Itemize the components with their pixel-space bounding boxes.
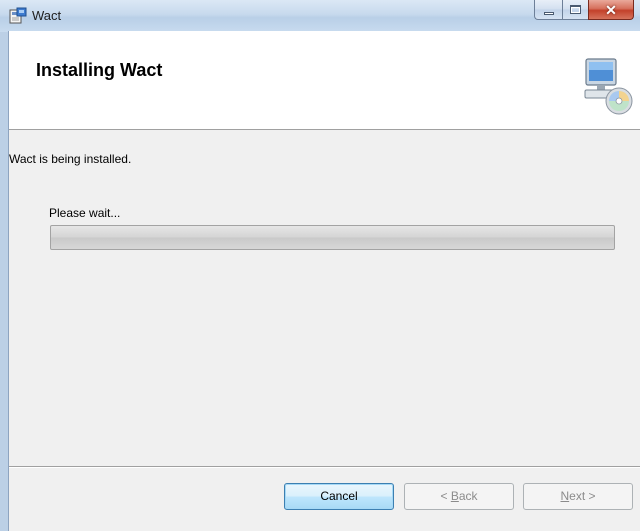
dialog-header: Installing Wact bbox=[9, 31, 640, 130]
install-progress-bar bbox=[50, 225, 615, 250]
cancel-button[interactable]: Cancel bbox=[284, 483, 394, 510]
install-status-text: Wact is being installed. bbox=[9, 152, 132, 166]
next-button-accelerator: N bbox=[560, 489, 570, 503]
minimize-button[interactable] bbox=[534, 0, 562, 20]
next-button-label: ext > bbox=[569, 489, 596, 503]
close-button[interactable]: ✕ bbox=[588, 0, 634, 20]
back-button-label: ack bbox=[458, 489, 478, 503]
close-icon: ✕ bbox=[605, 2, 617, 18]
page-title: Installing Wact bbox=[36, 60, 163, 80]
caption-buttons: ✕ bbox=[534, 0, 634, 21]
maximize-button[interactable] bbox=[562, 0, 588, 20]
computer-cd-icon bbox=[584, 58, 633, 115]
title-bar[interactable]: Wact ✕ bbox=[0, 0, 640, 32]
minimize-icon bbox=[544, 12, 554, 15]
installer-window: Wact ✕ Installing Wact Wact is being ins… bbox=[0, 0, 640, 531]
footer-separator bbox=[9, 466, 640, 468]
window-title: Wact bbox=[32, 8, 62, 23]
dialog-client-area: Installing Wact Wact is being installed.… bbox=[8, 31, 640, 531]
next-button[interactable]: Next > bbox=[523, 483, 633, 510]
back-button[interactable]: < Back bbox=[404, 483, 514, 510]
maximize-icon bbox=[570, 5, 581, 14]
back-button-accelerator: B bbox=[450, 489, 459, 503]
installer-icon bbox=[9, 7, 27, 24]
cancel-button-label: Cancel bbox=[320, 489, 358, 503]
please-wait-label: Please wait... bbox=[49, 206, 121, 220]
back-button-prefix: < bbox=[440, 489, 451, 503]
